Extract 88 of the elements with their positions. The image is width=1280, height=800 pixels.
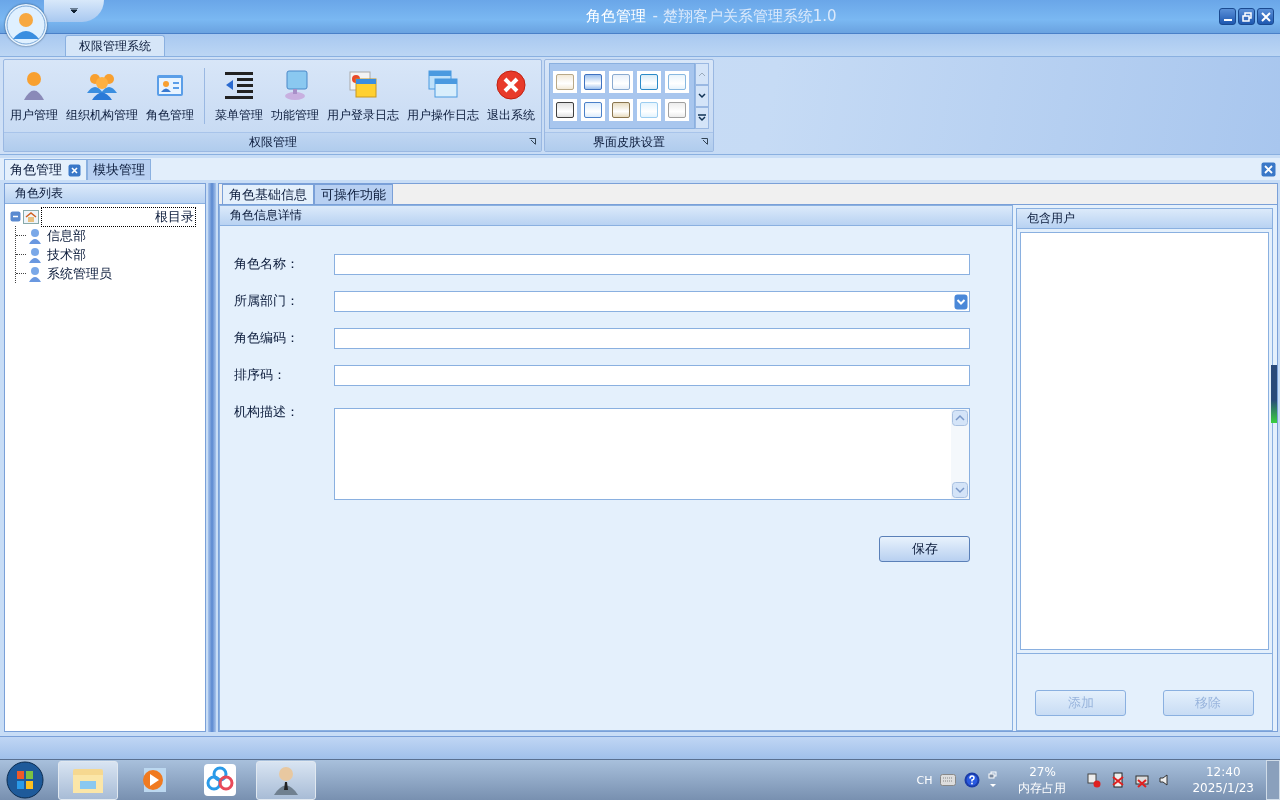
minimize-icon	[1223, 18, 1232, 21]
tab[interactable]: 可操作功能	[314, 184, 393, 204]
app-menu-button[interactable]	[5, 4, 47, 46]
dropdown-icon	[954, 293, 968, 310]
skin-swatch[interactable]	[553, 99, 577, 121]
ribbon-button[interactable]: 菜单管理	[211, 60, 267, 132]
tree-item[interactable]: 系统管理员	[44, 263, 115, 284]
house-icon	[23, 209, 39, 224]
ribbon-tab[interactable]: 权限管理系统	[65, 35, 165, 56]
windows-stack-icon	[427, 68, 459, 101]
skin-swatch[interactable]	[581, 71, 605, 93]
document-tab[interactable]: 模块管理	[87, 159, 151, 180]
ribbon-button[interactable]: 用户登录日志	[323, 60, 403, 132]
tree-item[interactable]: 根目录	[41, 206, 196, 227]
scroll-up-icon[interactable]	[952, 410, 968, 426]
ribbon-button[interactable]: 退出系统	[483, 60, 539, 132]
restore-button[interactable]	[1238, 8, 1255, 25]
memory-percent: 27%	[1029, 764, 1056, 780]
scroll-down-button[interactable]	[695, 85, 709, 107]
caret-icon	[70, 8, 78, 14]
skin-swatch[interactable]	[581, 99, 605, 121]
ribbon-button[interactable]: 功能管理	[267, 60, 323, 132]
close-icon[interactable]	[1261, 161, 1276, 177]
group-title: 权限管理	[248, 133, 297, 151]
taskbar-app[interactable]	[256, 760, 316, 800]
collapse-icon[interactable]	[10, 211, 21, 222]
expand-icon	[698, 114, 706, 122]
person-icon	[28, 265, 42, 282]
tree-item[interactable]: 信息部	[44, 225, 89, 246]
group-title: 界面皮肤设置	[593, 133, 665, 151]
skin-swatch[interactable]	[609, 99, 633, 121]
scroll-down-icon[interactable]	[952, 482, 968, 498]
minimize-button[interactable]	[1219, 8, 1236, 25]
clock-time: 12:40	[1205, 764, 1241, 780]
skin-swatch[interactable]	[665, 99, 689, 121]
dialog-launcher-icon[interactable]	[701, 138, 708, 145]
close-icon[interactable]	[68, 163, 81, 177]
field-label: 角色名称：	[234, 255, 300, 273]
panel-title: 角色信息详情	[230, 207, 302, 224]
folder-window-icon	[347, 68, 379, 101]
skin-swatch[interactable]	[609, 71, 633, 93]
text-area[interactable]	[334, 408, 970, 500]
scrollbar-thumb[interactable]	[1271, 365, 1277, 423]
person-icon	[28, 246, 42, 263]
input-field[interactable]	[334, 328, 970, 349]
window-subtitle: - 楚翔客户关系管理系统1.0	[652, 7, 837, 25]
tree-item[interactable]: 技术部	[44, 244, 89, 265]
field-label: 排序码：	[234, 366, 287, 384]
skin-swatch[interactable]	[553, 71, 577, 93]
window-title: 角色管理	[586, 7, 647, 25]
ribbon-button[interactable]: 组织机构管理	[62, 60, 142, 132]
chevron-up-icon	[698, 71, 706, 77]
close-button[interactable]	[1257, 8, 1274, 25]
tab[interactable]: 角色基础信息	[222, 184, 314, 204]
businessman-icon	[271, 764, 301, 796]
ribbon-button[interactable]: 用户管理	[6, 60, 62, 132]
skin-swatch[interactable]	[637, 71, 661, 93]
skin-swatch[interactable]	[637, 99, 661, 121]
show-desktop-button[interactable]	[1266, 760, 1280, 800]
input-field[interactable]	[334, 365, 970, 386]
keyboard-icon[interactable]	[940, 774, 957, 786]
panel-title: 角色列表	[15, 185, 63, 202]
field-label: 角色编码：	[234, 329, 300, 347]
document-tab[interactable]: 角色管理	[4, 159, 87, 180]
tray-expand-icon[interactable]	[988, 771, 999, 789]
ribbon-button[interactable]: 角色管理	[142, 60, 198, 132]
expand-gallery-button[interactable]	[695, 107, 709, 129]
rings-icon	[204, 764, 236, 796]
start-button[interactable]	[6, 761, 44, 799]
clock-date: 2025/1/23	[1192, 780, 1254, 796]
skin-swatch[interactable]	[665, 71, 689, 93]
help-icon[interactable]	[964, 772, 981, 788]
restore-icon	[1241, 11, 1252, 22]
chevron-down-icon	[698, 93, 706, 99]
dropdown-field[interactable]	[334, 291, 970, 312]
field-label: 所属部门：	[234, 292, 300, 310]
panel-title: 包含用户	[1027, 210, 1075, 227]
save-button[interactable]: 保存	[879, 536, 970, 562]
ribbon-button[interactable]: 用户操作日志	[403, 60, 483, 132]
memory-label: 内存占用	[1018, 780, 1067, 796]
field-label: 机构描述：	[234, 403, 300, 421]
input-field[interactable]	[334, 254, 970, 275]
close-circle-icon	[495, 68, 527, 101]
close-icon	[1260, 11, 1271, 22]
quick-access-dropdown[interactable]	[44, 0, 104, 22]
person-icon	[28, 227, 42, 244]
user-avatar-icon	[6, 5, 46, 45]
dialog-launcher-icon[interactable]	[529, 138, 536, 145]
